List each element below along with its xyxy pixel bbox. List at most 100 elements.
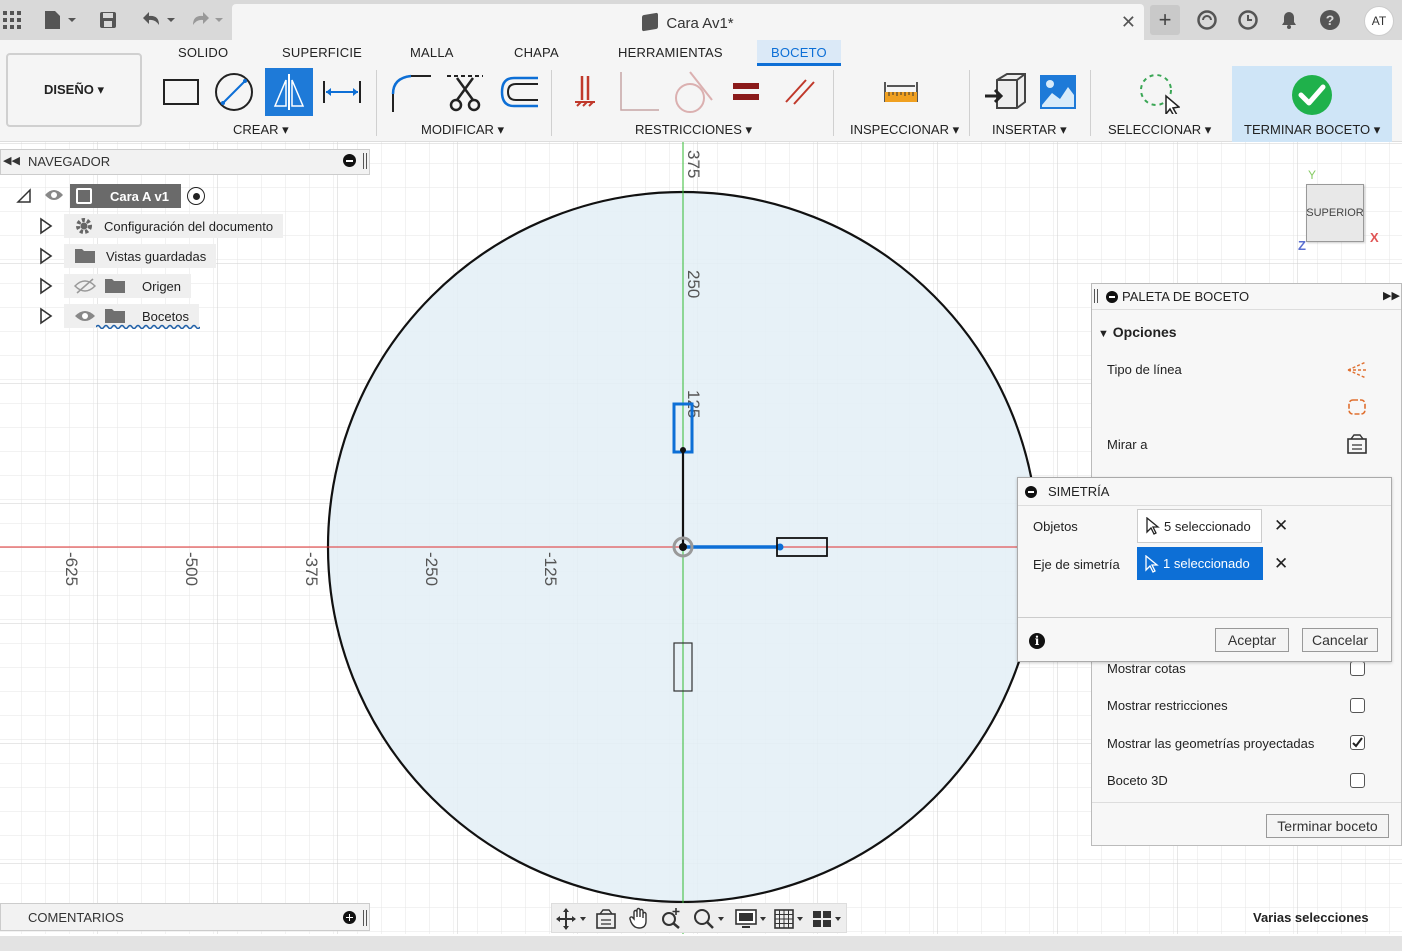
objects-selection-field[interactable]: 5 seleccionado	[1137, 509, 1262, 543]
clear-objects-icon[interactable]: ✕	[1274, 516, 1288, 536]
finish-sketch-button[interactable]: Terminar boceto	[1266, 814, 1389, 838]
display-settings-icon[interactable]	[734, 908, 768, 933]
cancel-button[interactable]: Cancelar	[1302, 628, 1378, 652]
add-comment-icon[interactable]	[343, 911, 356, 924]
info-icon[interactable]: i	[1029, 633, 1045, 649]
collapse-triangle-icon[interactable]	[16, 188, 32, 204]
help-icon[interactable]: ?	[1317, 7, 1343, 33]
tab-herramientas[interactable]: HERRAMIENTAS	[618, 45, 723, 60]
perpendicular-constraint-icon[interactable]	[614, 68, 662, 116]
group-modificar[interactable]: MODIFICAR ▾	[421, 122, 504, 138]
palette-header[interactable]: PALETA DE BOCETO ▶▶	[1092, 284, 1401, 310]
nav-item-origin[interactable]: Origen	[38, 274, 192, 298]
close-tab-icon[interactable]: ✕	[1121, 12, 1136, 33]
symmetry-axis-selection-field[interactable]: 1 seleccionado	[1137, 547, 1263, 580]
look-at-icon[interactable]	[1346, 434, 1368, 459]
group-crear[interactable]: CREAR ▾	[233, 122, 289, 138]
document-tab[interactable]: Cara Av1* ✕	[232, 4, 1144, 40]
minimize-icon[interactable]	[1106, 291, 1118, 303]
circle-tool-icon[interactable]	[210, 68, 258, 116]
clear-axis-icon[interactable]: ✕	[1274, 554, 1288, 574]
mirror-tool-icon[interactable]	[265, 68, 313, 116]
tab-malla[interactable]: MALLA	[410, 45, 454, 60]
grid-snaps-icon[interactable]	[773, 908, 807, 933]
workspace-dropdown[interactable]: DISEÑO ▾	[6, 53, 142, 127]
rectangle-tool-icon[interactable]	[157, 68, 205, 116]
eye-visible-icon[interactable]	[44, 188, 66, 205]
viewcube[interactable]: SUPERIOR Y X Z	[1296, 168, 1386, 258]
undo-icon[interactable]	[138, 8, 178, 32]
tab-solido[interactable]: SOLIDO	[178, 45, 228, 60]
centerline-icon[interactable]	[1346, 396, 1368, 421]
parallel-constraint-icon[interactable]	[776, 68, 824, 116]
tab-superficie[interactable]: SUPERFICIE	[282, 45, 362, 60]
dimension-tool-icon[interactable]	[318, 68, 366, 116]
expand-triangle-icon[interactable]	[38, 307, 54, 325]
comments-panel-header[interactable]: COMENTARIOS	[0, 903, 370, 931]
notifications-bell-icon[interactable]	[1276, 7, 1302, 33]
eye-visible-icon[interactable]	[74, 309, 96, 323]
construction-line-icon[interactable]	[1346, 359, 1368, 384]
symmetry-header[interactable]: SIMETRÍA	[1018, 478, 1391, 506]
panel-grip-icon[interactable]	[1094, 289, 1098, 303]
nav-root-chip[interactable]: Cara A v1	[70, 184, 182, 208]
navigator-panel-header[interactable]: ◀◀ NAVEGADOR	[0, 149, 370, 175]
apps-grid-icon[interactable]	[0, 8, 24, 32]
zoom-icon[interactable]	[660, 907, 682, 932]
sketch-3d-checkbox[interactable]	[1350, 773, 1365, 788]
pan-hand-icon[interactable]	[628, 907, 650, 932]
user-avatar[interactable]: AT	[1364, 6, 1394, 36]
sketch-point[interactable]	[680, 447, 686, 453]
redo-icon[interactable]	[188, 8, 228, 32]
orbit-move-icon[interactable]	[556, 908, 588, 933]
nav-item-sketches[interactable]: Bocetos	[38, 304, 200, 329]
collapse-left-icon[interactable]: ◀◀	[3, 154, 20, 167]
finish-checkmark-icon[interactable]	[1291, 74, 1333, 119]
fillet-tool-icon[interactable]	[387, 68, 435, 116]
trim-scissors-icon[interactable]	[441, 68, 489, 116]
expand-triangle-icon[interactable]	[38, 217, 54, 235]
nav-item-document-settings[interactable]: Configuración del documento	[38, 214, 284, 238]
insert-canvas-image-icon[interactable]	[1034, 68, 1082, 116]
nav-root-row[interactable]: Cara A v1	[16, 184, 206, 208]
measure-ruler-icon[interactable]	[877, 68, 925, 116]
finish-sketch-area[interactable]: TERMINAR BOCETO ▾	[1232, 66, 1392, 142]
activate-radio-icon[interactable]	[187, 187, 206, 205]
viewports-icon[interactable]	[811, 908, 845, 933]
group-seleccionar[interactable]: SELECCIONAR ▾	[1108, 122, 1211, 138]
group-terminar-boceto[interactable]: TERMINAR BOCETO ▾	[1244, 122, 1380, 138]
select-window-icon[interactable]	[1134, 68, 1182, 116]
minimize-icon[interactable]	[1025, 486, 1037, 498]
tab-boceto[interactable]: BOCETO	[757, 40, 841, 66]
job-status-clock-icon[interactable]	[1235, 7, 1261, 33]
show-projected-checkbox[interactable]	[1350, 735, 1365, 750]
show-dimensions-checkbox[interactable]	[1350, 661, 1365, 676]
tangent-constraint-icon[interactable]	[667, 68, 715, 116]
look-at-icon[interactable]	[595, 908, 617, 933]
fix-constraint-icon[interactable]	[561, 68, 609, 116]
palette-section-options[interactable]: ▼ Opciones	[1098, 324, 1177, 340]
accept-button[interactable]: Aceptar	[1215, 628, 1289, 652]
minimize-icon[interactable]	[343, 154, 356, 167]
save-icon[interactable]	[96, 8, 120, 32]
file-menu-icon[interactable]	[40, 8, 80, 32]
viewcube-face-superior[interactable]: SUPERIOR	[1306, 184, 1364, 242]
group-insertar[interactable]: INSERTAR ▾	[992, 122, 1067, 138]
panel-grip-icon[interactable]	[363, 910, 367, 926]
insert-derive-icon[interactable]	[981, 68, 1029, 116]
equal-constraint-icon[interactable]	[722, 68, 770, 116]
expand-triangle-icon[interactable]	[38, 277, 54, 295]
group-inspeccionar[interactable]: INSPECCIONAR ▾	[850, 122, 959, 138]
expand-triangle-icon[interactable]	[38, 247, 54, 265]
expand-right-icon[interactable]: ▶▶	[1383, 289, 1400, 302]
panel-grip-icon[interactable]	[363, 153, 367, 169]
show-constraints-checkbox[interactable]	[1350, 698, 1365, 713]
nav-item-saved-views[interactable]: Vistas guardadas	[38, 244, 217, 268]
offset-tool-icon[interactable]	[494, 68, 542, 116]
zoom-window-icon[interactable]	[692, 907, 726, 932]
extensions-icon[interactable]	[1194, 7, 1220, 33]
eye-hidden-icon[interactable]	[74, 278, 96, 294]
tab-chapa[interactable]: CHAPA	[514, 45, 559, 60]
new-tab-plus-icon[interactable]: +	[1150, 5, 1180, 35]
group-restricciones[interactable]: RESTRICCIONES ▾	[635, 122, 752, 138]
